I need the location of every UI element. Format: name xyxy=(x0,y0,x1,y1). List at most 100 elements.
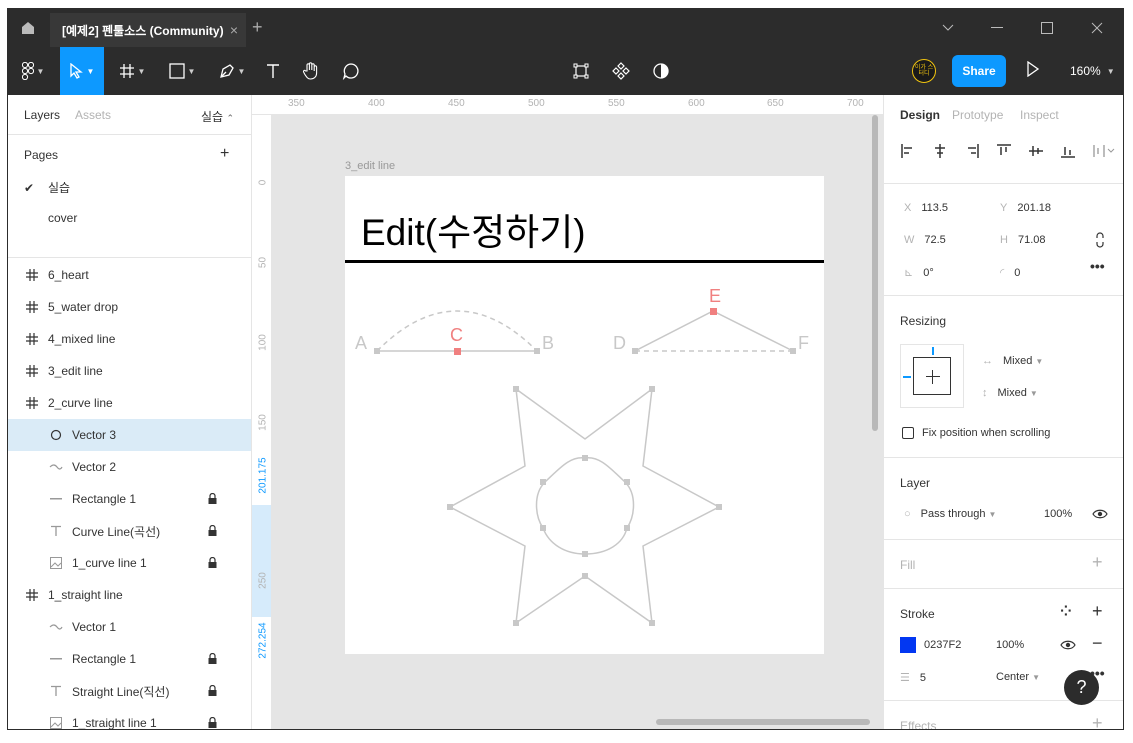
layer-item[interactable]: 5_water drop xyxy=(8,291,251,323)
constraints-widget[interactable] xyxy=(900,344,964,408)
text-tool-button[interactable] xyxy=(258,47,288,95)
shape-tool-button[interactable]: ▼ xyxy=(160,47,204,95)
distribute-icon[interactable] xyxy=(1092,143,1116,159)
stroke-color-field[interactable]: 0237F2 xyxy=(924,639,961,651)
tab-assets[interactable]: Assets xyxy=(75,108,111,122)
y-field[interactable]: Y 201.18 xyxy=(1000,202,1051,214)
lock-icon[interactable] xyxy=(208,684,217,699)
lock-icon[interactable] xyxy=(208,716,217,729)
tab-layers[interactable]: Layers xyxy=(24,108,60,122)
page-switcher[interactable]: 실습 ⌃ xyxy=(201,108,234,125)
lock-icon[interactable] xyxy=(208,492,217,507)
zoom-dropdown[interactable]: 160% ▼ xyxy=(1070,47,1115,95)
frame-tool-button[interactable]: ▼ xyxy=(112,47,152,95)
frame-label[interactable]: 3_edit line xyxy=(345,160,395,172)
stroke-align-dropdown[interactable]: Center ▼ xyxy=(996,671,1040,683)
stroke-opacity-field[interactable]: 100% xyxy=(996,639,1024,651)
main-menu-button[interactable]: ▼ xyxy=(8,47,58,95)
w-field[interactable]: W 72.5 xyxy=(904,234,946,246)
page-item-cover[interactable]: cover xyxy=(24,211,77,225)
horizontal-resizing-dropdown[interactable]: ↔ Mixed ▼ xyxy=(982,355,1043,367)
align-right-icon[interactable] xyxy=(964,143,980,159)
maximize-button[interactable] xyxy=(1024,9,1070,47)
layer-item[interactable]: Vector 1 xyxy=(8,611,251,643)
add-effect-button[interactable]: + xyxy=(1092,713,1103,729)
stroke-color-swatch[interactable] xyxy=(900,637,916,653)
tab-design[interactable]: Design xyxy=(900,108,940,122)
chevron-down-icon[interactable] xyxy=(925,9,971,47)
constraint-v-center[interactable] xyxy=(932,370,933,384)
comment-tool-button[interactable] xyxy=(336,47,366,95)
blend-mode-dropdown[interactable]: ○ Pass through ▼ xyxy=(904,508,996,520)
constraint-top[interactable] xyxy=(932,347,934,355)
constrain-proportions-icon[interactable] xyxy=(1094,232,1106,248)
eye-icon[interactable] xyxy=(1060,639,1076,651)
remove-stroke-button[interactable]: − xyxy=(1092,633,1103,654)
add-fill-button[interactable]: + xyxy=(1092,552,1103,573)
point-label-b: B xyxy=(542,333,554,353)
vertical-scrollbar[interactable] xyxy=(872,115,878,431)
h-field[interactable]: H 71.08 xyxy=(1000,234,1045,246)
eye-icon[interactable] xyxy=(1092,508,1108,520)
layer-item[interactable]: Vector 2 xyxy=(8,451,251,483)
horizontal-scrollbar[interactable] xyxy=(656,719,870,725)
layer-opacity-field[interactable]: 100% xyxy=(1044,508,1072,520)
layer-item[interactable]: Straight Line(직선) xyxy=(8,675,251,707)
chevron-down-icon: ▼ xyxy=(1032,673,1041,682)
layer-item[interactable]: 4_mixed line xyxy=(8,323,251,355)
share-button[interactable]: Share xyxy=(952,55,1006,87)
add-stroke-button[interactable]: + xyxy=(1092,601,1103,622)
contrast-button[interactable] xyxy=(648,47,674,95)
file-tab[interactable]: [예제2] 펜툴소스 (Community) × xyxy=(50,13,246,47)
pen-tool-button[interactable]: ▼ xyxy=(210,47,254,95)
constraint-left[interactable] xyxy=(903,376,911,378)
tab-prototype[interactable]: Prototype xyxy=(952,108,1003,122)
home-button[interactable] xyxy=(8,9,48,47)
more-options-icon[interactable]: ••• xyxy=(1090,258,1105,274)
new-tab-button[interactable]: + xyxy=(252,17,263,38)
align-top-icon[interactable] xyxy=(996,143,1012,159)
page-item-실습[interactable]: ✔ 실습 xyxy=(24,179,70,196)
layer-item[interactable]: Rectangle 1 xyxy=(8,483,251,515)
layer-item[interactable]: 1_curve line 1 xyxy=(8,547,251,579)
layer-item[interactable]: 3_edit line xyxy=(8,355,251,387)
layer-item[interactable]: 1_straight line xyxy=(8,579,251,611)
vector-drawing[interactable]: A B C D F E xyxy=(345,176,824,654)
lock-icon[interactable] xyxy=(208,556,217,571)
tab-inspect[interactable]: Inspect xyxy=(1020,108,1059,122)
layer-item[interactable]: Vector 3 xyxy=(8,419,251,451)
present-button[interactable] xyxy=(1026,60,1040,80)
canvas[interactable]: 350 400 450 500 550 600 650 700 0 50 100… xyxy=(252,95,883,729)
frame-3-edit-line[interactable]: Edit(수정하기) A B C D F E xyxy=(345,176,824,654)
constraint-h-center[interactable] xyxy=(926,376,940,377)
layer-item[interactable]: 6_heart xyxy=(8,259,251,291)
layer-item[interactable]: Curve Line(곡선) xyxy=(8,515,251,547)
layer-item[interactable]: 1_straight line 1 xyxy=(8,707,251,729)
layer-item[interactable]: 2_curve line xyxy=(8,387,251,419)
align-center-icon[interactable] xyxy=(932,143,948,159)
close-tab-icon[interactable]: × xyxy=(230,22,238,38)
hand-tool-button[interactable] xyxy=(296,47,326,95)
stroke-weight-field[interactable]: ☰ 5 xyxy=(900,671,926,684)
layer-item[interactable]: Rectangle 1 xyxy=(8,643,251,675)
align-left-icon[interactable] xyxy=(900,143,916,159)
close-window-button[interactable] xyxy=(1074,9,1120,47)
help-button[interactable]: ? xyxy=(1064,670,1099,705)
x-field[interactable]: X 113.5 xyxy=(904,202,948,214)
add-page-button[interactable]: + xyxy=(220,145,229,163)
h-value: 71.08 xyxy=(1017,234,1046,246)
minimize-button[interactable] xyxy=(974,9,1020,47)
avatar[interactable]: 이가 스터디 xyxy=(912,59,936,83)
fix-position-checkbox[interactable]: Fix position when scrolling xyxy=(902,427,1050,440)
align-bottom-icon[interactable] xyxy=(1060,143,1076,159)
align-middle-icon[interactable] xyxy=(1028,143,1044,159)
lock-icon[interactable] xyxy=(208,652,217,667)
corner-radius-field[interactable]: ◜ 0 xyxy=(1000,266,1020,279)
rotation-field[interactable]: ⊾ 0° xyxy=(904,266,934,279)
stroke-styles-icon[interactable]: ⁘ xyxy=(1060,603,1072,620)
components-button[interactable] xyxy=(608,47,634,95)
resize-frame-button[interactable] xyxy=(568,47,594,95)
lock-icon[interactable] xyxy=(208,524,217,539)
vertical-resizing-dropdown[interactable]: ↕ Mixed ▼ xyxy=(982,387,1038,399)
move-tool-button[interactable]: ▼ xyxy=(60,47,104,95)
